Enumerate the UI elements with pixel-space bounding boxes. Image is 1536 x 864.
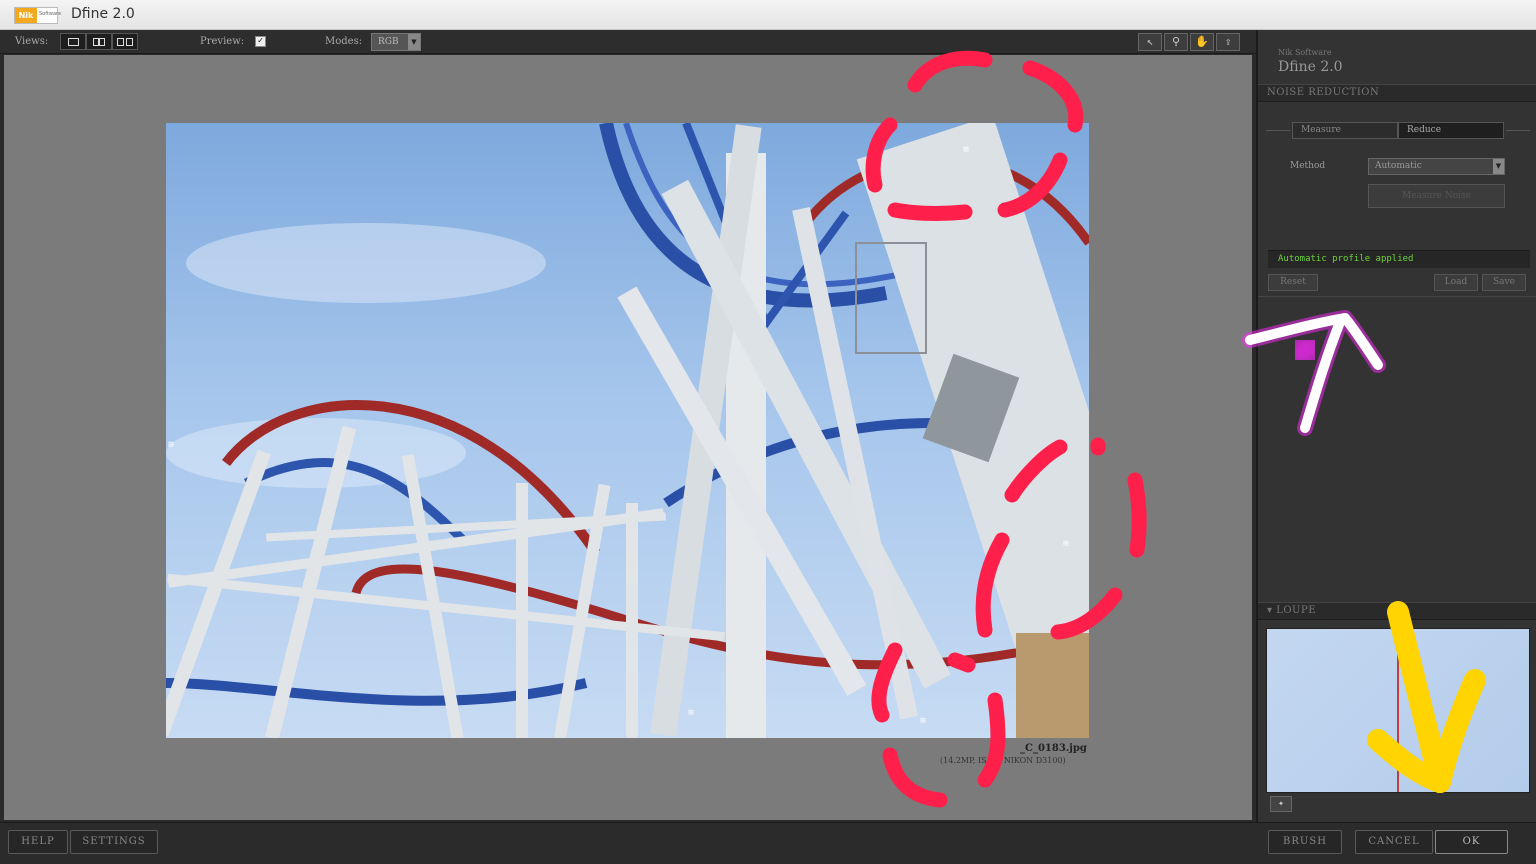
help-button[interactable]: HELP [8,830,68,854]
pin-icon[interactable]: ✦ [1270,796,1292,812]
brush-button[interactable]: BRUSH [1268,830,1342,854]
modes-dropdown[interactable]: RGB ▼ [371,33,421,51]
divider [1266,130,1290,131]
selection-handle[interactable]: ⊞ [918,717,928,727]
nik-logo: Nik Software [14,7,61,24]
preview-checkbox[interactable]: ✓ [255,36,266,47]
triangle-down-icon: ▾ [1267,605,1273,616]
save-button[interactable]: Save [1482,274,1526,291]
modes-label: Modes: [325,36,363,47]
pointer-tool-icon[interactable]: ↖ [1138,33,1162,51]
brand-company: Nik Software [1278,48,1332,57]
chevron-down-icon: ▼ [408,34,420,50]
selection-handle[interactable]: ⊞ [166,441,176,451]
measure-noise-button[interactable]: Measure Noise [1368,184,1505,208]
method-label: Method [1290,161,1326,171]
load-button[interactable]: Load [1434,274,1478,291]
method-dropdown[interactable]: Automatic ▼ [1368,158,1505,175]
top-toolbar: Views: Preview: ✓ Modes: RGB ▼ ↖ ⚲ ✋ ⇪ [0,30,1256,54]
brand-title: Dfine 2.0 [1278,59,1343,75]
ok-button[interactable]: OK [1435,830,1508,854]
loupe-view[interactable] [1266,628,1530,793]
views-label: Views: [15,36,49,47]
cancel-button[interactable]: CANCEL [1355,830,1433,854]
hand-tool-icon[interactable]: ✋ [1190,33,1214,51]
zoom-tool-icon[interactable]: ⚲ [1164,33,1188,51]
status-message: Automatic profile applied [1268,250,1530,268]
control-panel: Nik Software Dfine 2.0 NOISE REDUCTION M… [1256,30,1536,822]
selection-handle[interactable]: ⊞ [686,709,696,719]
settings-button[interactable]: SETTINGS [70,830,158,854]
preview-label: Preview: [200,36,245,47]
preview-image[interactable]: ⊞ ⊞ ⊞ ⊞ ⊞ [166,123,1089,738]
loupe-header[interactable]: ▾ LOUPE [1258,602,1536,620]
upload-tool-icon[interactable]: ⇪ [1216,33,1240,51]
divider [1258,296,1536,297]
noise-reduction-header[interactable]: NOISE REDUCTION [1258,84,1536,102]
title-bar: Nik Software Dfine 2.0 [0,0,1536,30]
divider [1506,130,1530,131]
view-side-by-side-button[interactable] [112,33,138,50]
bottom-bar: HELP SETTINGS BRUSH CANCEL OK [0,822,1536,864]
loupe-crosshair [1397,629,1399,792]
chevron-down-icon: ▼ [1493,159,1504,174]
selection-handle[interactable]: ⊞ [961,146,971,156]
reset-button[interactable]: Reset [1268,274,1318,291]
image-filename: _C_0183.jpg [1020,743,1087,754]
image-info: (14.2MP, IS___, NIKON D3100) [940,756,1066,765]
window-title: Dfine 2.0 [71,6,135,22]
selection-handle[interactable]: ⊞ [1061,540,1071,550]
tab-reduce[interactable]: Reduce [1398,122,1504,139]
tab-measure[interactable]: Measure [1292,122,1398,139]
view-split-button[interactable] [86,33,112,50]
roller-coaster-photo [166,123,1089,738]
view-single-button[interactable] [60,33,86,50]
